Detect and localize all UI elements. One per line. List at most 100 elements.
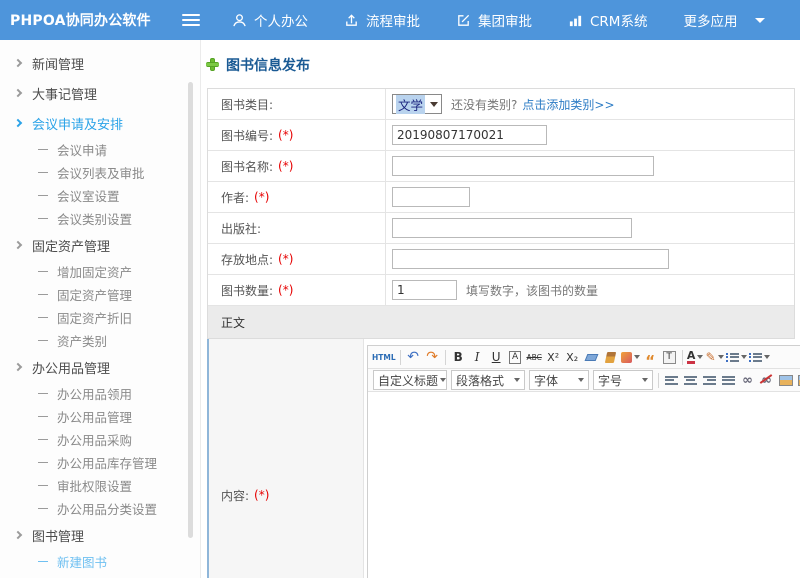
italic-button[interactable]: I <box>469 348 486 366</box>
superscript-button[interactable]: X² <box>545 348 562 366</box>
nav-personal-office[interactable]: 个人办公 <box>232 10 308 30</box>
sidebar-scrollbar[interactable] <box>188 82 193 538</box>
ordered-list-button[interactable] <box>726 348 747 366</box>
align-left-icon[interactable] <box>663 371 680 389</box>
sidebar-item-new-book[interactable]: 新建图书 <box>0 550 200 573</box>
location-input[interactable] <box>392 249 669 269</box>
sidebar-item-supplies-requisition[interactable]: 办公用品领用 <box>0 382 200 405</box>
paragraph-format-dropdown[interactable]: 段落格式 <box>451 370 525 390</box>
nav-more-apps[interactable]: 更多应用 <box>683 10 737 30</box>
sidebar-item-memorabilia-mgmt[interactable]: 大事记管理 <box>0 78 200 108</box>
nav-workflow-approval[interactable]: 流程审批 <box>344 10 420 30</box>
unordered-list-button[interactable] <box>749 348 770 366</box>
sidebar-item-fixed-asset-mgmt[interactable]: 固定资产管理 <box>0 230 200 260</box>
insert-link-icon[interactable]: ∞ <box>739 371 756 389</box>
dash-icon <box>38 317 48 318</box>
field-cell <box>386 182 794 212</box>
sidebar-item-meeting-application[interactable]: 会议申请 <box>0 138 200 161</box>
sidebar-item-meeting-category-setup[interactable]: 会议类别设置 <box>0 207 200 230</box>
align-center-icon[interactable] <box>682 371 699 389</box>
book-no-input[interactable] <box>392 125 547 145</box>
dash-icon <box>38 462 48 463</box>
sidebar-item-supplies-purchase[interactable]: 办公用品采购 <box>0 428 200 451</box>
hamburger-menu-icon[interactable] <box>182 14 200 26</box>
sidebar-item-label: 固定资产折旧 <box>57 308 132 327</box>
html-source-button[interactable]: HTML <box>372 348 396 366</box>
sidebar-item-office-supplies-mgmt[interactable]: 办公用品管理 <box>0 352 200 382</box>
format-clean-icon[interactable] <box>602 348 619 366</box>
highlight-pen-button[interactable]: ✎ <box>706 348 724 366</box>
sidebar-item-supplies-manage[interactable]: 办公用品管理 <box>0 405 200 428</box>
sidebar-item-meeting-list-approval[interactable]: 会议列表及审批 <box>0 161 200 184</box>
sidebar-item-supplies-classification[interactable]: 办公用品分类设置 <box>0 497 200 520</box>
form-row-book-no: 图书编号: (*) <box>208 120 794 151</box>
form-row-category: 图书类目: 文学 还没有类别? 点击添加类别>> <box>208 89 794 120</box>
sidebar-item-add-fixed-asset[interactable]: 增加固定资产 <box>0 260 200 283</box>
publisher-input[interactable] <box>392 218 632 238</box>
align-left-shape <box>665 374 678 386</box>
sidebar-item-approval-permission[interactable]: 审批权限设置 <box>0 474 200 497</box>
chevron-right-icon <box>14 363 22 371</box>
blockquote-button[interactable]: “ <box>642 348 659 366</box>
add-category-link[interactable]: 点击添加类别>> <box>522 96 614 113</box>
strikethrough-button[interactable]: ABC <box>526 348 543 366</box>
format-painter-icon[interactable] <box>621 348 640 366</box>
field-label: 图书类目: <box>208 89 386 119</box>
redo-icon[interactable]: ↷ <box>424 348 441 366</box>
quantity-hint: 填写数字，该图书的数量 <box>466 282 598 299</box>
sidebar-item-fixed-asset-manage[interactable]: 固定资产管理 <box>0 283 200 306</box>
person-icon <box>232 13 247 28</box>
sidebar-item-meeting-apply[interactable]: 会议申请及安排 <box>0 108 200 138</box>
required-mark: (*) <box>254 488 269 502</box>
underline-button[interactable]: U <box>488 348 505 366</box>
author-input[interactable] <box>392 187 470 207</box>
dash-icon <box>38 149 48 150</box>
section-header-body: 正文 <box>208 306 794 339</box>
heading-dropdown[interactable]: 自定义标题 <box>373 370 447 390</box>
sidebar-item-asset-category[interactable]: 资产类别 <box>0 329 200 352</box>
bold-button[interactable]: B <box>450 348 467 366</box>
font-size-dropdown[interactable]: 字号 <box>593 370 653 390</box>
text-border-button[interactable]: A <box>507 348 524 366</box>
nav-group-approval[interactable]: 集团审批 <box>456 10 532 30</box>
remove-link-icon[interactable]: ∞ <box>758 371 775 389</box>
sidebar-item-label: 新闻管理 <box>32 54 84 73</box>
sidebar-item-label: 会议申请及安排 <box>32 114 123 133</box>
form-row-author: 作者: (*) <box>208 182 794 213</box>
caret-down-icon[interactable] <box>755 18 765 23</box>
insert-media-icon[interactable] <box>796 371 800 389</box>
sidebar-item-meeting-room-setup[interactable]: 会议室设置 <box>0 184 200 207</box>
sidebar-item-book-manage[interactable]: 图书管理 <box>0 573 200 578</box>
book-name-input[interactable] <box>392 156 654 176</box>
undo-icon[interactable]: ↶ <box>405 348 422 366</box>
chevron-right-icon <box>14 241 22 249</box>
flow-approval-icon <box>344 13 359 28</box>
required-mark: (*) <box>278 252 293 266</box>
sidebar-item-label: 新建图书 <box>57 552 107 571</box>
chevron-right-icon <box>14 59 22 67</box>
sidebar-item-label: 办公用品库存管理 <box>57 453 157 472</box>
insert-image-icon[interactable] <box>777 371 794 389</box>
align-right-icon[interactable] <box>701 371 718 389</box>
align-justify-icon[interactable] <box>720 371 737 389</box>
page-title: 图书信息发布 <box>201 40 800 78</box>
rich-text-editor: HTML ↶ ↷ B I U A ABC X² X₂ <box>367 345 800 578</box>
sidebar-item-fixed-asset-depreciation[interactable]: 固定资产折旧 <box>0 306 200 329</box>
editor-content-area[interactable] <box>368 392 800 578</box>
font-color-button[interactable]: A <box>687 348 704 366</box>
font-family-dropdown[interactable]: 字体 <box>529 370 589 390</box>
nav-label: 流程审批 <box>366 10 420 30</box>
nav-crm-system[interactable]: CRM系统 <box>568 10 647 30</box>
editor-cell: HTML ↶ ↷ B I U A ABC X² X₂ <box>364 339 800 578</box>
sidebar-item-supplies-inventory[interactable]: 办公用品库存管理 <box>0 451 200 474</box>
compose-icon <box>456 13 471 28</box>
eraser-icon[interactable] <box>583 348 600 366</box>
sidebar-item-book-mgmt[interactable]: 图书管理 <box>0 520 200 550</box>
caret-down-icon <box>642 378 648 382</box>
sidebar-item-news-mgmt[interactable]: 新闻管理 <box>0 48 200 78</box>
subscript-button[interactable]: X₂ <box>564 348 581 366</box>
category-select[interactable]: 文学 <box>392 94 442 114</box>
quantity-input[interactable] <box>392 280 457 300</box>
form-row-location: 存放地点: (*) <box>208 244 794 275</box>
paste-icon[interactable]: T <box>661 348 678 366</box>
